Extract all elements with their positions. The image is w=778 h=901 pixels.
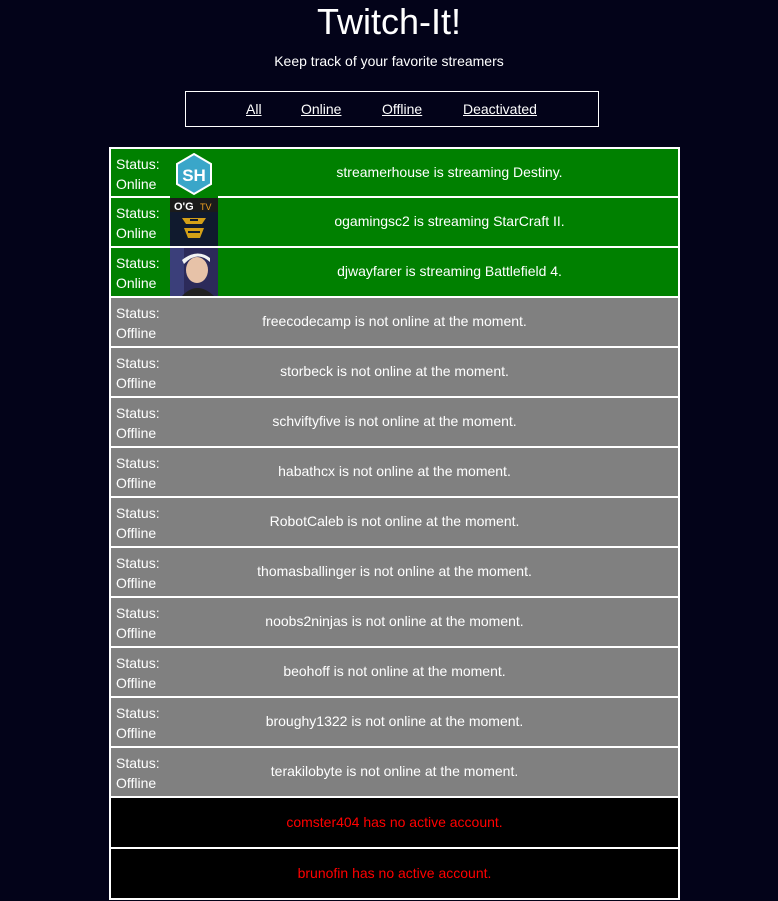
page: Twitch-It! Keep track of your favorite s… [0,0,778,901]
streamer-row[interactable]: Status: Offline schviftyfive is not onli… [109,398,680,448]
stream-message: freecodecamp is not online at the moment… [262,313,527,329]
status-label: Status: Online [116,253,160,293]
stream-message: habathcx is not online at the moment. [278,463,511,479]
svg-text:SH: SH [182,166,206,185]
streamer-row[interactable]: Status: Offline broughy1322 is not onlin… [109,698,680,748]
status-label: Status: Online [116,203,160,243]
status-label: Status: Online [116,154,160,194]
filter-all-link[interactable]: All [246,101,262,117]
filter-deactivated-link[interactable]: Deactivated [463,101,537,117]
status-caption: Status: [116,255,160,271]
streamer-row[interactable]: Status: Offline noobs2ninjas is not onli… [109,598,680,648]
filter-offline-link[interactable]: Offline [382,101,422,117]
streamer-row[interactable]: Status: Offline RobotCaleb is not online… [109,498,680,548]
stream-message: storbeck is not online at the moment. [280,363,509,379]
status-value: Online [116,176,157,192]
ogamingsc2-logo-icon: O'G TV [170,198,218,246]
stream-message: beohoff is not online at the moment. [283,663,506,679]
deactivated-message: comster404 has no active account. [286,814,503,830]
streamerhouse-logo-icon: SH [170,150,218,198]
streamer-row[interactable]: Status: Offline freecodecamp is not onli… [109,298,680,348]
stream-message: terakilobyte is not online at the moment… [270,763,519,779]
filter-nav: All Online Offline Deactivated [185,91,599,127]
status-caption: Status: [116,156,160,172]
svg-text:O'G: O'G [174,201,194,213]
streamer-row[interactable]: Status: Online O'G TV ogamingsc2 is stre… [109,198,680,248]
streamer-row[interactable]: Status: Offline beohoff is not online at… [109,648,680,698]
page-subtitle: Keep track of your favorite streamers [274,53,504,69]
streamer-row[interactable]: Status: Online djwayfarer is streaming B… [109,248,680,298]
filter-online-link[interactable]: Online [301,101,341,117]
streamer-row[interactable]: Status: Online SH streamerhouse is strea… [109,147,680,198]
stream-message: streamerhouse is streaming Destiny. [336,164,563,180]
stream-message: broughy1322 is not online at the moment. [265,713,524,729]
streamer-row[interactable]: Status: Offline habathcx is not online a… [109,448,680,498]
djwayfarer-photo-icon [170,248,218,296]
deactivated-message: brunofin has no active account. [297,865,492,881]
stream-message: djwayfarer is streaming Battlefield 4. [337,263,562,279]
streamer-row[interactable]: Status: Offline storbeck is not online a… [109,348,680,398]
stream-message: ogamingsc2 is streaming StarCraft II. [334,213,565,229]
page-title: Twitch-It! [316,1,462,42]
deactivated-row[interactable]: brunofin has no active account. [109,849,680,900]
stream-message: noobs2ninjas is not online at the moment… [265,613,524,629]
streamer-row[interactable]: Status: Offline thomasballinger is not o… [109,548,680,598]
status-value: Online [116,275,157,291]
streamer-row[interactable]: Status: Offline terakilobyte is not onli… [109,748,680,798]
stream-message: RobotCaleb is not online at the moment. [269,513,520,529]
stream-message: thomasballinger is not online at the mom… [257,563,532,579]
stream-message: schviftyfive is not online at the moment… [272,413,517,429]
streamer-list: Status: Online SH streamerhouse is strea… [109,147,680,900]
deactivated-row[interactable]: comster404 has no active account. [109,798,680,849]
status-caption: Status: [116,205,160,221]
svg-text:TV: TV [200,202,212,212]
status-value: Online [116,225,157,241]
